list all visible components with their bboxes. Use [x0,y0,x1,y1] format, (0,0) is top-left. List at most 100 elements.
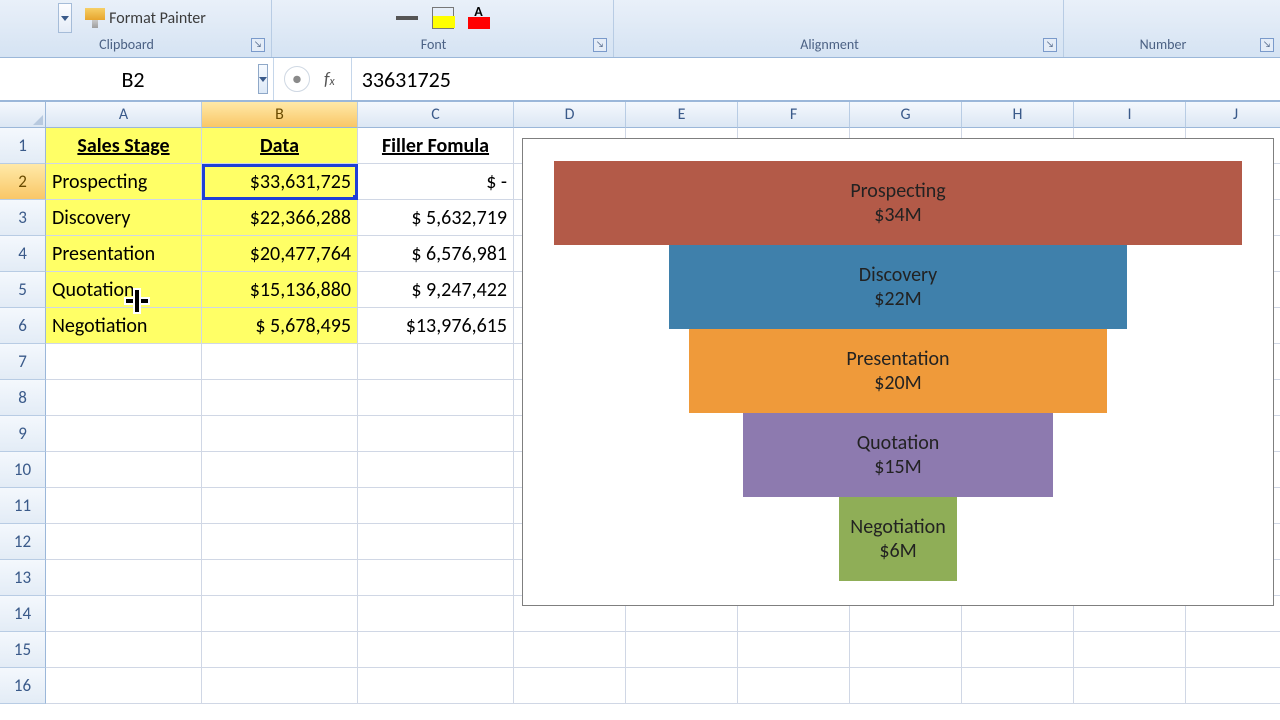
cell-B4[interactable]: $20,477,764 [202,236,358,272]
funnel-segment-presentation[interactable]: Presentation$20M [689,329,1107,413]
cell-C3[interactable]: $ 5,632,719 [358,200,514,236]
row-header-4[interactable]: 4 [0,236,46,272]
cell-B8[interactable] [202,380,358,416]
format-painter-button[interactable]: Format Painter [78,5,213,31]
cell-B14[interactable] [202,596,358,632]
cell-B16[interactable] [202,668,358,704]
cell-F15[interactable] [738,632,850,668]
cell-C16[interactable] [358,668,514,704]
cell-B11[interactable] [202,488,358,524]
column-header-H[interactable]: H [962,102,1074,128]
cell-C2[interactable]: $ - [358,164,514,200]
cell-A1[interactable]: Sales Stage [46,128,202,164]
cell-D16[interactable] [514,668,626,704]
row-header-5[interactable]: 5 [0,272,46,308]
column-header-D[interactable]: D [514,102,626,128]
cell-A10[interactable] [46,452,202,488]
cell-C1[interactable]: Filler Fomula [358,128,514,164]
cell-C12[interactable] [358,524,514,560]
alignment-dialog-launcher[interactable]: ↘ [1043,38,1057,52]
spreadsheet-grid[interactable]: ABCDEFGHIJ 12345678910111213141516 Sales… [0,102,1280,720]
fill-color-button[interactable] [433,16,455,28]
cell-B13[interactable] [202,560,358,596]
cell-E16[interactable] [626,668,738,704]
cell-B3[interactable]: $22,366,288 [202,200,358,236]
cell-A12[interactable] [46,524,202,560]
column-header-C[interactable]: C [358,102,514,128]
cell-C5[interactable]: $ 9,247,422 [358,272,514,308]
cell-B6[interactable]: $ 5,678,495 [202,308,358,344]
row-header-16[interactable]: 16 [0,668,46,704]
font-color-button[interactable]: A [468,7,490,29]
cell-C14[interactable] [358,596,514,632]
row-header-1[interactable]: 1 [0,128,46,164]
funnel-chart[interactable]: Prospecting$34MDiscovery$22MPresentation… [522,138,1274,606]
cell-C13[interactable] [358,560,514,596]
cell-E15[interactable] [626,632,738,668]
row-header-14[interactable]: 14 [0,596,46,632]
cell-B1[interactable]: Data [202,128,358,164]
cell-A13[interactable] [46,560,202,596]
fx-icon[interactable]: fx [318,68,341,90]
cell-C11[interactable] [358,488,514,524]
cell-B12[interactable] [202,524,358,560]
cell-A3[interactable]: Discovery [46,200,202,236]
cell-A2[interactable]: Prospecting [46,164,202,200]
cell-C15[interactable] [358,632,514,668]
name-box-input[interactable] [8,66,258,93]
row-header-11[interactable]: 11 [0,488,46,524]
row-header-13[interactable]: 13 [0,560,46,596]
cell-A4[interactable]: Presentation [46,236,202,272]
cell-B7[interactable] [202,344,358,380]
cell-C4[interactable]: $ 6,576,981 [358,236,514,272]
column-header-E[interactable]: E [626,102,738,128]
funnel-segment-quotation[interactable]: Quotation$15M [743,413,1053,497]
cell-A15[interactable] [46,632,202,668]
formula-input[interactable]: 33631725 [352,58,1280,100]
font-dialog-launcher[interactable]: ↘ [593,38,607,52]
row-header-2[interactable]: 2 [0,164,46,200]
column-headers[interactable]: ABCDEFGHIJ [46,102,1280,128]
cell-I15[interactable] [1074,632,1186,668]
cell-C6[interactable]: $13,976,615 [358,308,514,344]
cell-A5[interactable]: Quotation [46,272,202,308]
cell-area[interactable]: Sales StageDataFiller FomulaProspecting$… [46,128,1280,720]
row-header-3[interactable]: 3 [0,200,46,236]
column-header-A[interactable]: A [46,102,202,128]
cancel-formula-button[interactable]: ● [284,66,310,92]
cell-A9[interactable] [46,416,202,452]
cell-B9[interactable] [202,416,358,452]
row-header-7[interactable]: 7 [0,344,46,380]
cell-A7[interactable] [46,344,202,380]
column-header-G[interactable]: G [850,102,962,128]
funnel-segment-prospecting[interactable]: Prospecting$34M [554,161,1242,245]
cell-A6[interactable]: Negotiation [46,308,202,344]
cell-C10[interactable] [358,452,514,488]
number-dialog-launcher[interactable]: ↘ [1260,38,1274,52]
cell-B10[interactable] [202,452,358,488]
cell-C9[interactable] [358,416,514,452]
clipboard-dialog-launcher[interactable]: ↘ [251,38,265,52]
cell-J15[interactable] [1186,632,1280,668]
cell-A16[interactable] [46,668,202,704]
row-header-6[interactable]: 6 [0,308,46,344]
cell-I16[interactable] [1074,668,1186,704]
funnel-segment-discovery[interactable]: Discovery$22M [669,245,1127,329]
row-headers[interactable]: 12345678910111213141516 [0,128,46,720]
column-header-B[interactable]: B [202,102,358,128]
cell-G16[interactable] [850,668,962,704]
cell-G15[interactable] [850,632,962,668]
cell-A14[interactable] [46,596,202,632]
name-box-dropdown[interactable] [258,64,268,94]
cell-C7[interactable] [358,344,514,380]
column-header-F[interactable]: F [738,102,850,128]
cell-H16[interactable] [962,668,1074,704]
column-header-J[interactable]: J [1186,102,1280,128]
border-button[interactable] [396,16,418,20]
cell-C8[interactable] [358,380,514,416]
cell-B15[interactable] [202,632,358,668]
row-header-9[interactable]: 9 [0,416,46,452]
row-header-12[interactable]: 12 [0,524,46,560]
name-box[interactable] [0,58,274,100]
cell-B2[interactable]: $33,631,725 [202,164,358,200]
